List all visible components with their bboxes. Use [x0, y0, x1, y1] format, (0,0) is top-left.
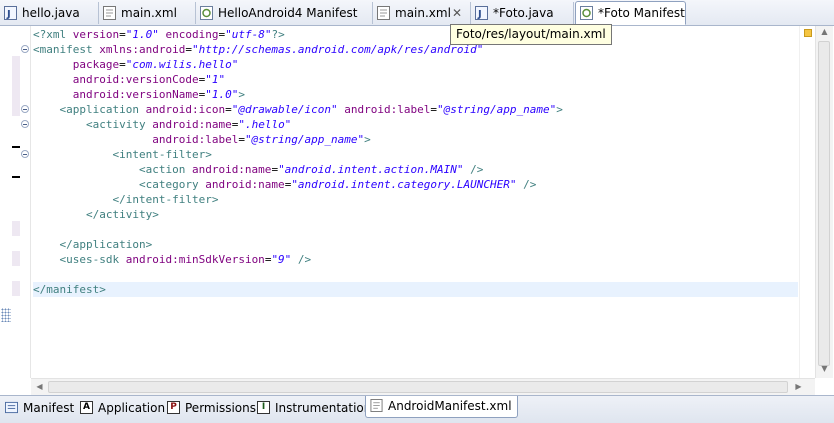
tab-hello-java[interactable]: J hello.java [0, 2, 99, 24]
code-line-18: </manifest> [33, 282, 798, 297]
tab-tooltip: Foto/res/layout/main.xml [450, 24, 612, 45]
xml-file-icon [103, 6, 116, 20]
horizontal-scrollbar[interactable]: ◀ ▶ [31, 378, 815, 396]
tab-label: main.xml [121, 6, 177, 20]
android-manifest-icon [580, 6, 593, 20]
tab-label: *Foto.java [493, 6, 554, 20]
code-line-16: <uses-sdk android:minSdkVersion="9" /> [59, 253, 312, 266]
code-line-5: android:versionName="1.0"> [72, 88, 245, 101]
gutter-divider [30, 26, 31, 378]
xml-file-icon [377, 6, 390, 20]
tab-main-xml-2[interactable]: main.xml ✕ [373, 2, 471, 24]
page-tab-permissions[interactable]: P Permissions [163, 398, 261, 419]
page-tab-application[interactable]: A Application [76, 398, 170, 419]
page-tab-manifest[interactable]: Manifest [1, 398, 79, 419]
code-line-2: <manifest xmlns:android="http://schemas.… [33, 43, 484, 56]
code-line-13: </activity> [85, 208, 159, 221]
scroll-down-icon[interactable]: ▼ [816, 364, 833, 373]
change-marker [12, 281, 20, 296]
instrumentation-icon: I [257, 401, 270, 414]
vertical-scrollbar[interactable]: ▲ ▼ [815, 26, 833, 378]
manifest-icon [5, 401, 18, 414]
fold-toggle-icon[interactable] [21, 45, 29, 53]
scroll-right-icon[interactable]: ▶ [790, 382, 807, 391]
scroll-left-icon[interactable]: ◀ [31, 382, 48, 391]
tab-foto-java[interactable]: J *Foto.java [471, 2, 574, 24]
application-icon: A [80, 401, 93, 414]
code-line-11: <category android:name="android.intent.c… [138, 178, 537, 191]
fold-toggle-icon[interactable] [21, 120, 29, 128]
tab-label: *Foto Manifest [598, 6, 685, 20]
scroll-up-icon[interactable]: ▲ [816, 27, 833, 36]
change-marker [12, 146, 20, 148]
horizontal-scroll-thumb[interactable] [48, 381, 788, 393]
page-tab-label: Permissions [185, 401, 256, 415]
tab-helloandroid4-manifest[interactable]: HelloAndroid4 Manifest [196, 2, 373, 24]
fold-toggle-icon[interactable] [21, 105, 29, 113]
page-tab-label: Instrumentation [275, 401, 372, 415]
page-tab-instrumentation[interactable]: I Instrumentation [253, 398, 376, 419]
code-line-7: <activity android:name=".hello" [85, 118, 292, 131]
close-icon[interactable]: ✕ [452, 2, 462, 24]
code-line-1: <?xml version="1.0" encoding="utf-8"?> [33, 28, 285, 41]
overview-ruler[interactable] [799, 26, 816, 378]
permissions-icon: P [167, 401, 180, 414]
tab-label: HelloAndroid4 Manifest [218, 6, 358, 20]
page-tab-androidmanifest-xml[interactable]: AndroidManifest.xml [365, 396, 518, 418]
code-line-15: </application> [59, 238, 153, 251]
code-line-3: package="com.wilis.hello" [72, 58, 239, 71]
page-tab-label: Manifest [23, 401, 75, 415]
svg-text:J: J [477, 9, 482, 20]
code-line-8: android:label="@string/app_name"> [152, 133, 371, 146]
tab-main-xml-1[interactable]: main.xml [99, 2, 196, 24]
xml-file-icon [370, 399, 383, 412]
code-line-4: android:versionCode="1" [72, 73, 226, 86]
page-tab-label: AndroidManifest.xml [388, 399, 512, 413]
svg-text:J: J [6, 9, 11, 20]
change-marker [12, 176, 20, 178]
code-line-9: <intent-filter> [112, 148, 212, 161]
editor-gutter [0, 26, 30, 378]
change-marker [12, 251, 20, 266]
tab-foto-manifest[interactable]: *Foto Manifest [575, 1, 686, 25]
editor-tab-bar: J hello.java main.xml HelloAndroid4 Mani… [0, 0, 834, 26]
code-editor[interactable]: <?xml version="1.0" encoding="utf-8"?> <… [33, 27, 798, 297]
android-manifest-icon [200, 6, 213, 20]
code-line-6: <application android:icon="@drawable/ico… [59, 103, 563, 116]
tab-label: main.xml [395, 6, 451, 20]
fold-toggle-icon[interactable] [21, 150, 29, 158]
page-tab-label: Application [98, 401, 166, 415]
java-file-icon: J [4, 6, 17, 20]
current-line-indicator-icon [1, 308, 11, 322]
java-file-icon: J [475, 6, 488, 20]
editor-page-tabs: Manifest A Application P Permissions I I… [0, 395, 834, 423]
tab-label: hello.java [22, 6, 80, 20]
warning-marker-icon[interactable] [804, 29, 812, 37]
code-line-12: </intent-filter> [112, 193, 219, 206]
code-line-10: <action android:name="android.intent.act… [138, 163, 484, 176]
change-marker [12, 221, 20, 236]
change-marker [12, 56, 20, 116]
vertical-scroll-thumb[interactable] [818, 41, 830, 366]
